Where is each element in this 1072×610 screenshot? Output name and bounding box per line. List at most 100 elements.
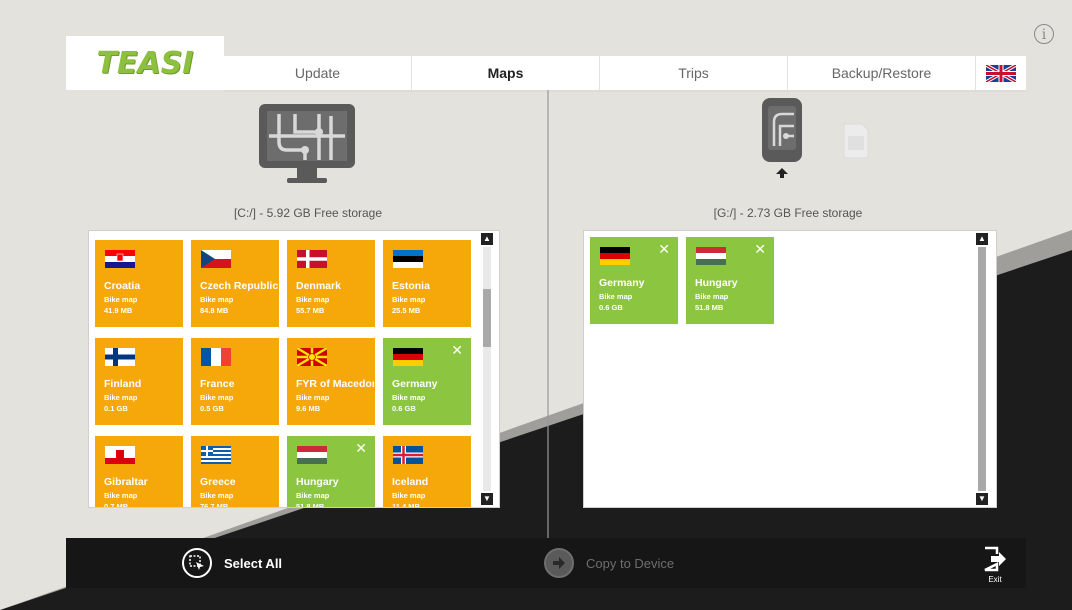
map-tile[interactable]: ✕ Germany Bike map 0.6 GB [383,338,471,425]
map-tile[interactable]: Greece Bike map 76.7 MB [191,436,279,507]
map-country: France [200,378,235,390]
scroll-up-icon[interactable]: ▲ [976,233,988,245]
map-country: Germany [599,277,645,289]
map-size: 0.6 GB [392,404,416,413]
flag-france-icon [201,348,231,366]
map-size: 41.9 MB [104,306,133,315]
map-type: Bike map [200,491,234,500]
tab-bar: Update Maps Trips Backup/Restore [224,56,1026,92]
tab-label: Maps [487,65,524,81]
map-type: Bike map [392,295,426,304]
tab-label: Backup/Restore [831,65,932,81]
flag-greece-icon [201,446,231,464]
tab-backup-restore[interactable]: Backup/Restore [788,56,976,90]
scroll-down-icon[interactable]: ▼ [976,493,988,505]
pc-storage-label: [C:/] - 5.92 GB Free storage [233,206,383,220]
device-map-list[interactable]: ✕ Germany Bike map 0.6 GB ✕ Hungary Bike map 51… [583,230,997,508]
map-country: Gibraltar [104,476,148,488]
tab-update[interactable]: Update [224,56,412,90]
info-icon[interactable]: i [1034,24,1054,44]
language-button[interactable] [976,56,1026,90]
map-country: Hungary [695,277,738,289]
map-tile[interactable]: Czech Republic Bike map 84.8 MB [191,240,279,327]
teasi-logo: TEASI [96,45,194,81]
map-country: Iceland [392,476,429,488]
select-all-label: Select All [224,555,283,571]
map-size: 84.8 MB [200,306,229,315]
map-size: 0.5 GB [200,404,224,413]
pc-map-list[interactable]: Croatia Bike map 41.9 MB Czech Republic Bike… [88,230,500,508]
copy-to-device-label: Copy to Device [586,555,675,571]
map-tile[interactable]: Estonia Bike map 25.5 MB [383,240,471,327]
map-country: Croatia [104,280,141,292]
flag-fyr-of-macedonia-icon [297,348,327,366]
arrow-right-icon [544,548,574,578]
map-size: 0.6 GB [599,303,623,312]
flag-croatia-icon [105,250,135,268]
map-country: Germany [392,378,438,390]
panel-divider [547,90,549,538]
map-size: 9.6 MB [296,404,321,413]
map-type: Bike map [104,491,138,500]
map-type: Bike map [695,292,729,301]
pc-list-scrollbar[interactable]: ▲ ▼ [481,233,493,505]
map-tile[interactable]: ✕ Hungary Bike map 51.8 MB [686,237,774,324]
map-tile[interactable]: Croatia Bike map 41.9 MB [95,240,183,327]
flag-czech-republic-icon [201,250,231,268]
flag-iceland-icon [393,446,423,464]
map-tile[interactable]: Iceland Bike map 11.4 MB [383,436,471,508]
exit-label: Exit [988,575,1002,584]
remove-icon[interactable]: ✕ [355,440,367,457]
scroll-down-icon[interactable]: ▼ [481,493,493,505]
map-type: Bike map [296,393,330,402]
remove-icon[interactable]: ✕ [451,342,463,359]
map-tile[interactable]: Finland Bike map 0.1 GB [95,338,183,425]
app-window: TEASI Update Maps Trips Backup/Restore [… [66,36,1026,588]
map-country: Denmark [296,280,341,292]
map-tile[interactable]: France Bike map 0.5 GB [191,338,279,425]
map-country: Greece [200,476,236,488]
footer-bar: Select All Copy to Device Exit [66,538,1026,588]
sd-card-icon [843,123,869,159]
exit-button[interactable]: Exit [978,546,1012,584]
map-tile[interactable]: ✕ Germany Bike map 0.6 GB [590,237,678,324]
map-tile[interactable]: ✕ Hungary Bike map 51.8 MB [287,436,375,508]
scroll-track[interactable] [978,247,986,491]
tab-maps[interactable]: Maps [412,56,600,90]
flag-germany-icon [393,348,423,366]
map-tile[interactable]: Denmark Bike map 55.7 MB [287,240,375,327]
bike-computer-icon [762,98,802,178]
exit-icon [984,546,1006,572]
copy-to-device-button[interactable]: Copy to Device [544,548,674,578]
map-size: 51.8 MB [296,502,325,508]
map-tile[interactable]: Gibraltar Bike map 0.7 MB [95,436,183,508]
scroll-up-icon[interactable]: ▲ [481,233,493,245]
map-size: 25.5 MB [392,306,421,315]
scroll-thumb[interactable] [483,289,491,347]
scroll-track[interactable] [483,247,491,491]
map-type: Bike map [296,491,330,500]
flag-hungary-icon [696,247,726,265]
map-country: Hungary [296,476,339,488]
maps-content: [C:/] - 5.92 GB Free storage Croatia Bike… [66,90,1026,538]
flag-estonia-icon [393,250,423,268]
map-country: Finland [104,378,142,390]
device-list-scrollbar[interactable]: ▲ ▼ [976,233,988,505]
map-type: Bike map [200,295,234,304]
remove-icon[interactable]: ✕ [658,241,670,258]
map-size: 0.7 MB [104,502,129,508]
map-size: 11.4 MB [392,502,420,508]
uk-flag-icon [986,64,1016,82]
flag-gibraltar-icon [105,446,135,464]
tab-trips[interactable]: Trips [600,56,788,90]
map-type: Bike map [599,292,633,301]
map-type: Bike map [104,393,138,402]
map-country: Estonia [392,280,430,292]
select-all-button[interactable]: Select All [182,548,282,578]
tab-label: Trips [678,65,709,81]
flag-germany-icon [600,247,630,265]
map-type: Bike map [104,295,138,304]
remove-icon[interactable]: ✕ [754,241,766,258]
map-country: FYR of Macedonia [296,378,374,390]
map-tile[interactable]: FYR of Macedonia Bike map 9.6 MB [287,338,375,425]
